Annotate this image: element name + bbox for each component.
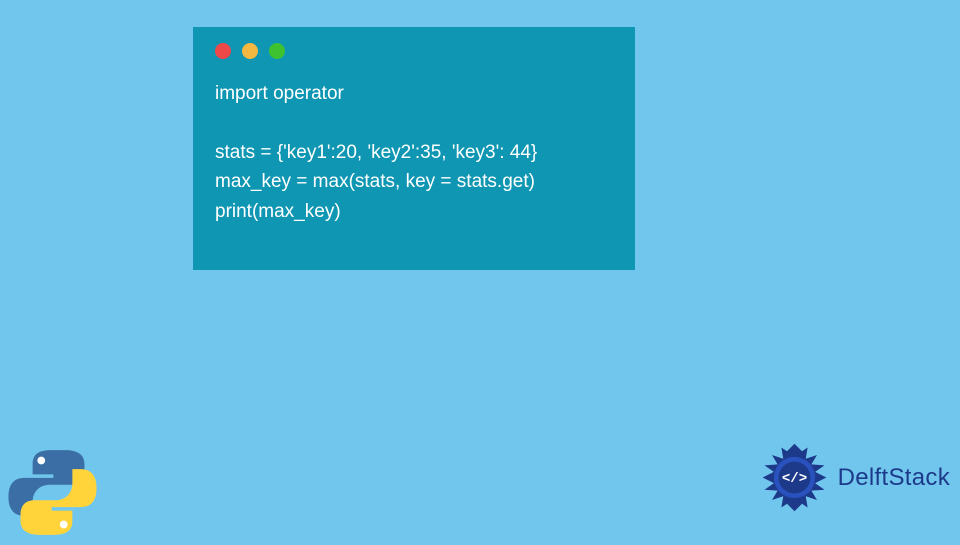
delftstack-emblem-icon: </> bbox=[757, 440, 832, 515]
maximize-icon bbox=[269, 43, 285, 59]
window-controls bbox=[215, 43, 613, 59]
code-line: max_key = max(stats, key = stats.get) bbox=[215, 171, 535, 192]
code-block: import operator stats = {'key1':20, 'key… bbox=[215, 79, 613, 226]
svg-text:</>: </> bbox=[781, 471, 806, 487]
delftstack-logo: </> DelftStack bbox=[757, 440, 950, 515]
code-window: import operator stats = {'key1':20, 'key… bbox=[193, 27, 635, 270]
brand-name: DelftStack bbox=[838, 464, 950, 492]
code-line: stats = {'key1':20, 'key2':35, 'key3': 4… bbox=[215, 142, 537, 163]
minimize-icon bbox=[242, 43, 258, 59]
code-line: print(max_key) bbox=[215, 201, 341, 222]
code-line: import operator bbox=[215, 83, 344, 104]
close-icon bbox=[215, 43, 231, 59]
python-logo-icon bbox=[5, 445, 100, 540]
